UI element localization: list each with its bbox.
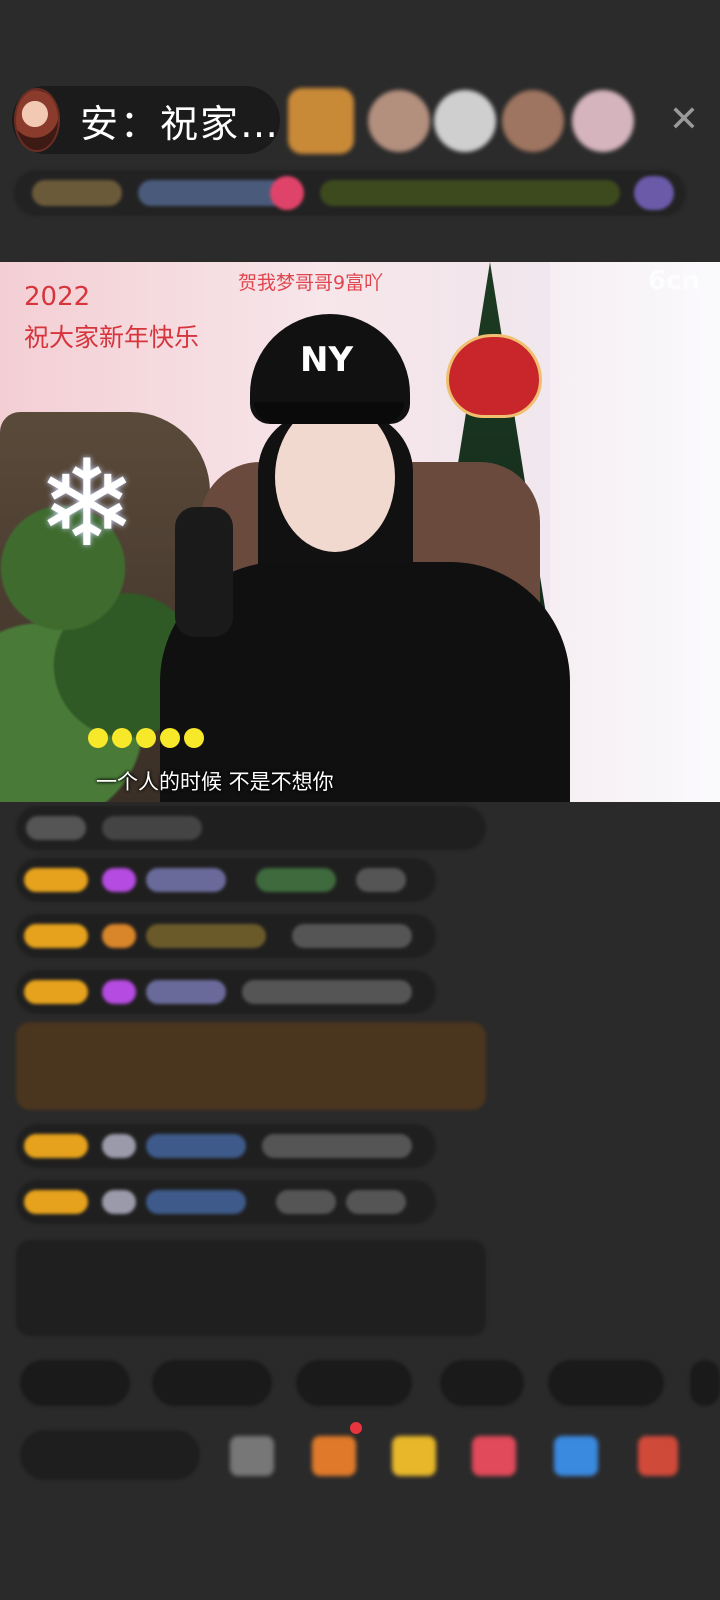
room-info-row[interactable] [14, 170, 686, 216]
more-icon[interactable] [638, 1436, 678, 1476]
system-notice [16, 1240, 486, 1336]
viewer-avatar[interactable] [572, 90, 634, 152]
quick-chip[interactable] [690, 1360, 720, 1406]
cap-logo: NY [300, 340, 354, 380]
notification-dot [350, 1422, 362, 1434]
live-video[interactable]: NY ❄ 2022 祝大家新年快乐 贺我梦哥哥9富吖 6cn 一个人的时候 不是… [0, 262, 720, 802]
gift-message[interactable] [16, 1022, 486, 1110]
viewer-avatar[interactable] [288, 88, 354, 154]
chat-message[interactable] [16, 1180, 436, 1224]
chat-message[interactable] [16, 806, 486, 850]
platform-logo: 6cn [648, 266, 701, 296]
gift-icon[interactable] [392, 1436, 436, 1476]
snowflake-icon: ❄ [36, 435, 138, 574]
quick-chip[interactable] [152, 1360, 272, 1406]
close-icon[interactable]: ✕ [664, 100, 704, 140]
emoji-icon[interactable] [230, 1436, 274, 1476]
heart-icon[interactable] [472, 1436, 516, 1476]
quick-chip[interactable] [548, 1360, 664, 1406]
chat-message[interactable] [16, 914, 436, 958]
host-info-pill[interactable]: 安：祝家… [12, 86, 280, 154]
host-avatar[interactable] [14, 88, 60, 152]
chat-input[interactable] [20, 1430, 200, 1480]
quick-chip[interactable] [296, 1360, 412, 1406]
viewer-avatar[interactable] [434, 90, 496, 152]
overlay-year: 2022 [24, 282, 91, 312]
quick-chip[interactable] [440, 1360, 524, 1406]
game-icon[interactable] [554, 1436, 598, 1476]
chat-message[interactable] [16, 1124, 436, 1168]
lyric-subtitle: 一个人的时候 不是不想你 [96, 770, 334, 794]
lyric-dots [88, 728, 204, 748]
microphone-icon [175, 507, 233, 637]
overlay-greeting: 祝大家新年快乐 [24, 323, 200, 352]
chat-message[interactable] [16, 858, 436, 902]
quick-chip[interactable] [20, 1360, 130, 1406]
gift-box-icon[interactable] [312, 1436, 356, 1476]
host-name: 安：祝家… [79, 101, 280, 146]
ornament [446, 334, 542, 418]
viewer-avatar[interactable] [502, 90, 564, 152]
viewer-avatar[interactable] [368, 90, 430, 152]
overlay-top-text: 贺我梦哥哥9富吖 [238, 272, 384, 294]
chat-message[interactable] [16, 970, 436, 1014]
